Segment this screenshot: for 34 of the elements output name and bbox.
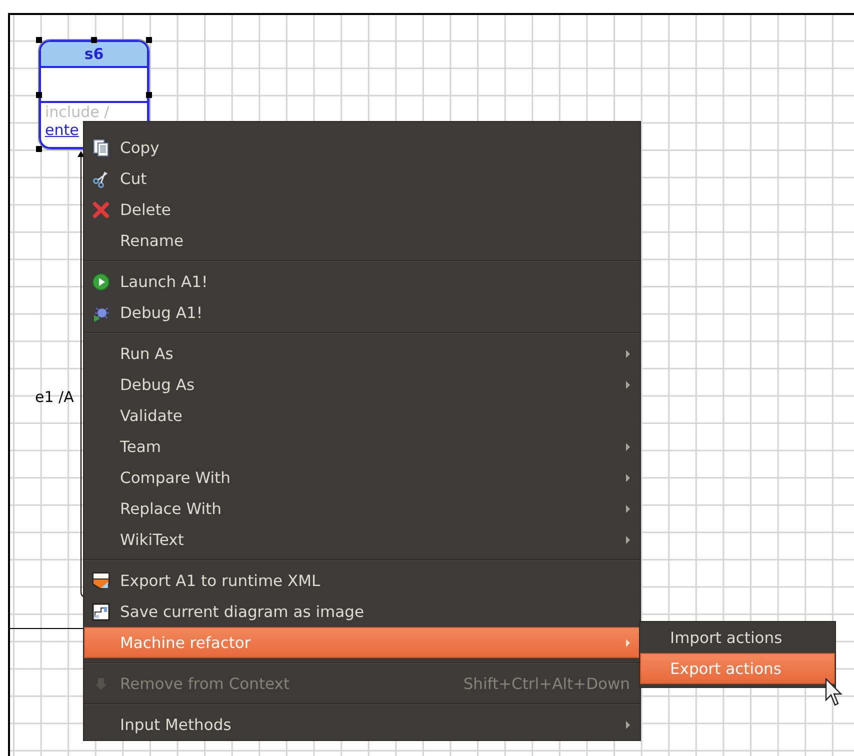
play-icon (92, 272, 110, 290)
menu-item[interactable]: Cut (84, 163, 640, 194)
menu-item[interactable]: Team (84, 431, 640, 462)
shortcut-text: Shift+Ctrl+Alt+Down (463, 674, 630, 692)
menu-item[interactable]: Rename (84, 225, 640, 256)
image-icon (92, 602, 110, 620)
scissors-icon (92, 170, 110, 188)
menu-item[interactable]: WikiText (84, 524, 640, 555)
menu-item[interactable]: Export A1 to runtime XML (84, 565, 640, 596)
mouse-pointer-icon (825, 678, 845, 708)
state-name: s6 (84, 45, 104, 63)
menu-item[interactable]: Debug A1! (84, 297, 640, 328)
menu-item[interactable]: Input Methods (84, 709, 640, 740)
transition-label: e1 /A (35, 388, 74, 406)
menu-item[interactable]: Delete (84, 194, 640, 225)
menu-item[interactable]: Debug As (84, 369, 640, 400)
menu-item[interactable]: Compare With (84, 462, 640, 493)
menu-item[interactable]: Replace With (84, 493, 640, 524)
selection-handle[interactable] (146, 37, 152, 43)
menu-item[interactable]: Save current diagram as image (84, 596, 640, 627)
selection-handle[interactable] (36, 92, 42, 98)
menu-item[interactable]: Run As (84, 338, 640, 369)
selection-handle[interactable] (146, 92, 152, 98)
selection-handle[interactable] (36, 37, 42, 43)
selection-handle[interactable] (91, 37, 97, 43)
delete-icon (92, 200, 110, 218)
menu-item[interactable]: Import actions (640, 622, 835, 653)
menu-item[interactable]: Launch A1! (84, 266, 640, 297)
selection-handle[interactable] (36, 146, 42, 152)
copy-icon (92, 138, 110, 156)
xml-file-icon (92, 572, 110, 590)
include-action-text: include / (45, 103, 110, 121)
entry-action-text: ente (45, 121, 79, 139)
menu-item[interactable]: Validate (84, 400, 640, 431)
